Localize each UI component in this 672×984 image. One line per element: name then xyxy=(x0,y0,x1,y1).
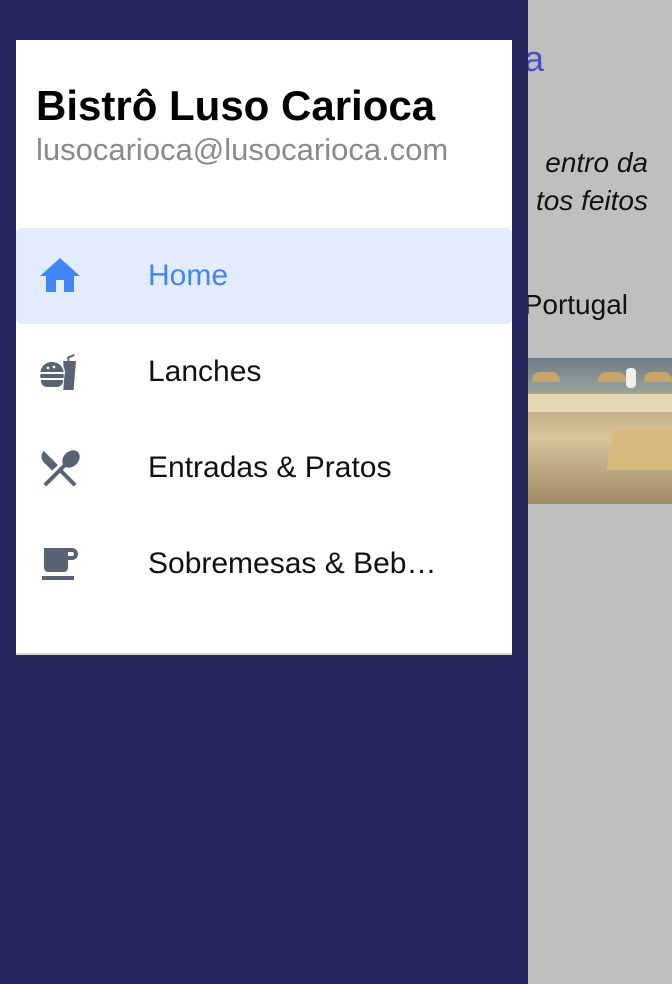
drawer-header: Bistrô Luso Carioca lusocarioca@lusocari… xyxy=(16,40,512,228)
menu-item-home[interactable]: Home xyxy=(16,228,512,324)
burger-drink-icon xyxy=(36,348,84,396)
menu-item-label: Entradas & Pratos xyxy=(148,451,392,484)
menu-item-label: Home xyxy=(148,259,229,292)
menu-item-sobremesas-bebidas[interactable]: Sobremesas & Beb… xyxy=(16,516,512,612)
menu-item-entradas-pratos[interactable]: Entradas & Pratos xyxy=(16,420,512,516)
restaurant-name: Bistrô Luso Carioca xyxy=(36,82,436,129)
menu-item-lanches[interactable]: Lanches xyxy=(16,324,512,420)
drawer-menu: Home Lanches Entradas & Pratos Sobremesa… xyxy=(16,228,512,612)
home-icon xyxy=(36,252,84,300)
fork-knife-icon xyxy=(36,444,84,492)
menu-item-label: Sobremesas & Beb… xyxy=(148,547,437,580)
menu-item-label: Lanches xyxy=(148,355,262,388)
navigation-drawer: Bistrô Luso Carioca lusocarioca@lusocari… xyxy=(16,40,512,655)
coffee-cup-icon xyxy=(36,540,84,588)
restaurant-email: lusocarioca@lusocarioca.com xyxy=(36,132,449,167)
